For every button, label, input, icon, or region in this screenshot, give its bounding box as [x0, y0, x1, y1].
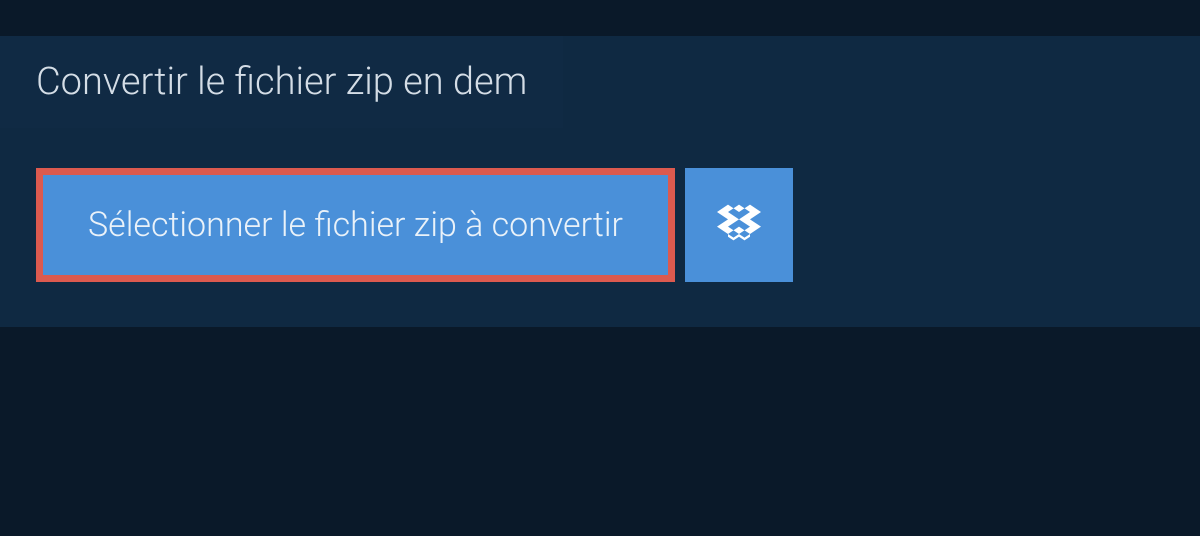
tab-header: Convertir le fichier zip en dem [0, 36, 563, 128]
dropbox-icon [717, 201, 761, 249]
page-title: Convertir le fichier zip en dem [36, 60, 527, 104]
action-row: Sélectionner le fichier zip à convertir [36, 168, 1200, 282]
select-file-button[interactable]: Sélectionner le fichier zip à convertir [36, 168, 675, 282]
dropbox-button[interactable] [685, 168, 793, 282]
select-file-label: Sélectionner le fichier zip à convertir [88, 205, 623, 245]
converter-panel: Convertir le fichier zip en dem Sélectio… [0, 36, 1200, 327]
